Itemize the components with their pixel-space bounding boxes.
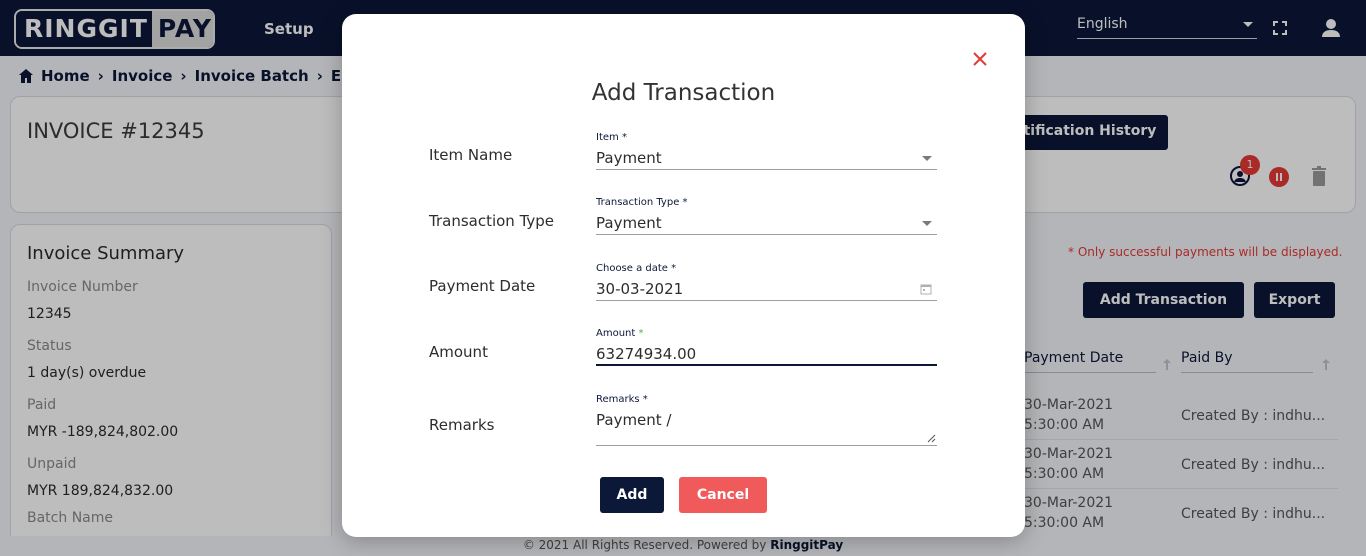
- payment-date-value: 30-03-2021: [596, 280, 684, 298]
- transaction-type-select[interactable]: Transaction Type * Payment: [596, 197, 937, 235]
- item-name-label: Item Name: [429, 146, 513, 164]
- transaction-type-select-box[interactable]: Payment: [596, 211, 937, 235]
- payment-date-input[interactable]: 30-03-2021: [596, 277, 937, 301]
- payment-date-field[interactable]: Choose a date * 30-03-2021: [596, 263, 937, 301]
- payment-date-label: Payment Date: [429, 277, 536, 295]
- payment-date-field-label: Choose a date *: [596, 263, 677, 274]
- dialog-title: Add Transaction: [591, 80, 776, 106]
- chevron-down-icon: [922, 156, 932, 161]
- item-value: Payment: [596, 149, 662, 167]
- close-icon[interactable]: [972, 51, 988, 67]
- item-select-box[interactable]: Payment: [596, 146, 937, 170]
- amount-field-label: Amount *: [596, 328, 937, 342]
- remarks-value: Payment /: [596, 411, 672, 429]
- amount-field-label-text: Amount: [596, 328, 639, 339]
- amount-field[interactable]: Amount * 63274934.00: [596, 328, 937, 366]
- amount-input[interactable]: 63274934.00: [596, 342, 937, 366]
- add-transaction-dialog: Add Transaction Item Name Item * Payment…: [342, 14, 1025, 537]
- chevron-down-icon: [922, 221, 932, 226]
- transaction-type-label: Transaction Type: [429, 212, 555, 230]
- required-mark: *: [638, 328, 644, 339]
- cancel-button[interactable]: Cancel: [679, 477, 767, 513]
- remarks-field[interactable]: Remarks * Payment /: [596, 394, 937, 446]
- add-button[interactable]: Add: [600, 477, 664, 513]
- transaction-type-value: Payment: [596, 214, 662, 232]
- remarks-textarea[interactable]: Payment /: [596, 408, 937, 446]
- item-select[interactable]: Item * Payment: [596, 132, 937, 170]
- transaction-type-field-label: Transaction Type *: [596, 197, 688, 208]
- resize-grip-icon[interactable]: [927, 434, 936, 443]
- item-field-label: Item *: [596, 132, 627, 143]
- remarks-field-label: Remarks *: [596, 394, 648, 405]
- remarks-label: Remarks: [429, 416, 495, 434]
- amount-label: Amount: [429, 343, 488, 361]
- calendar-icon[interactable]: [920, 283, 932, 295]
- amount-value: 63274934.00: [596, 345, 697, 363]
